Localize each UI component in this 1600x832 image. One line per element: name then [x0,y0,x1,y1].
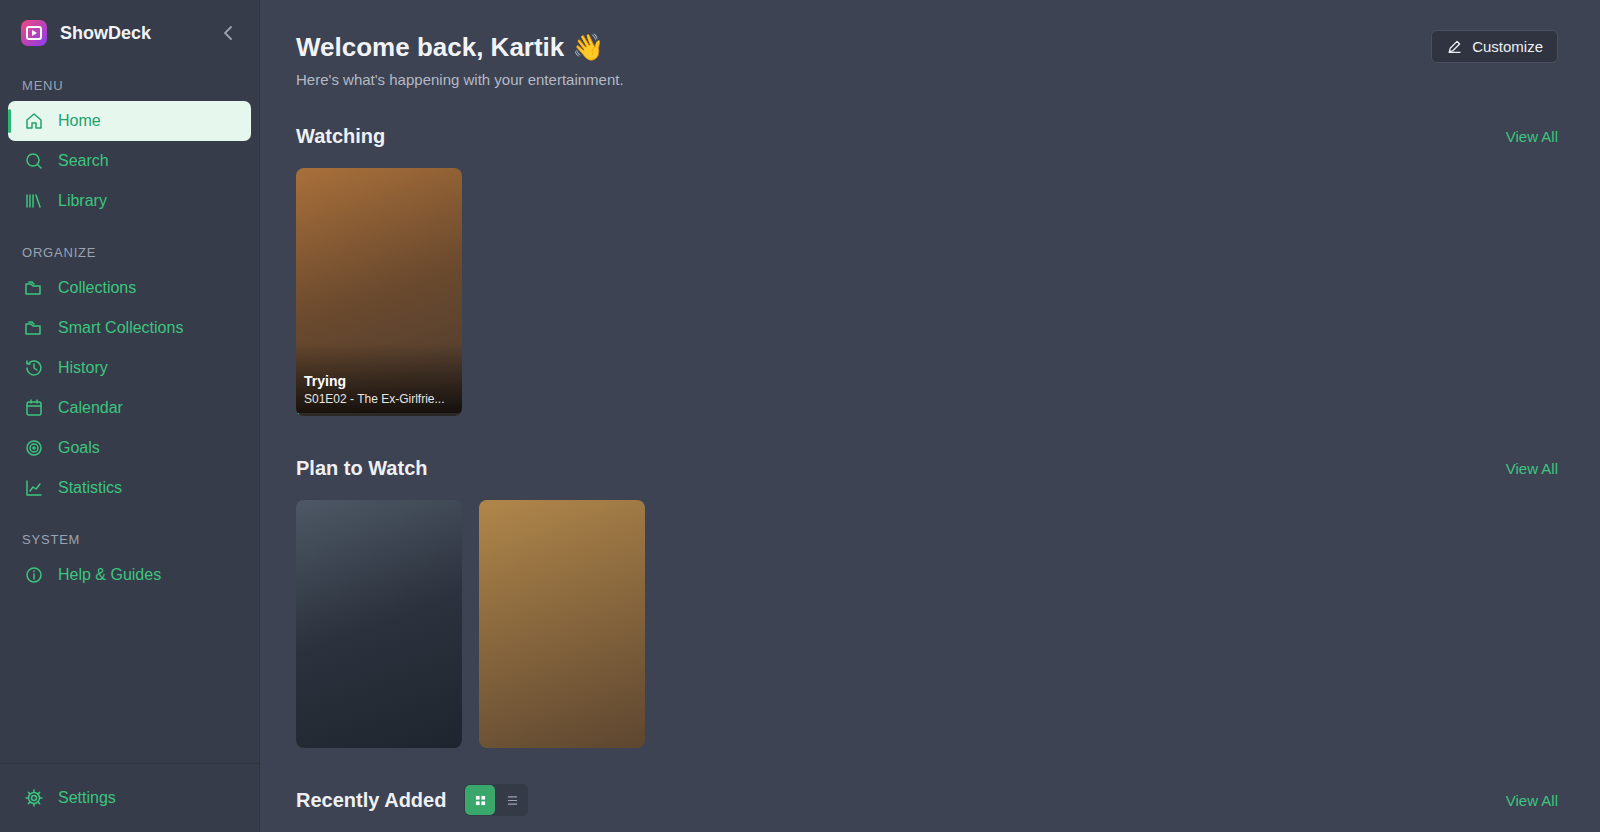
target-icon [24,438,44,458]
home-icon [24,111,44,131]
brand: ShowDeck [8,0,251,66]
sidebar-item-label: Home [58,112,101,130]
header: Welcome back, Kartik 👋 Here's what's hap… [296,30,1558,88]
sidebar-item-label: History [58,359,108,377]
section-title: Recently Added [296,789,446,812]
media-card[interactable] [479,500,645,748]
info-icon [24,565,44,585]
app-name: ShowDeck [60,23,207,44]
sidebar-item-label: Library [58,192,107,210]
section-header: Recently Added View All [296,784,1558,816]
sidebar: ShowDeck MENU Home Search Library ORGANIZ… [0,0,260,832]
folder-icon [24,318,44,338]
section-header: Watching View All [296,120,1558,152]
sidebar-item[interactable]: Library [8,181,251,221]
media-card[interactable]: Trying S01E02 - The Ex-Girlfrie... [296,168,462,416]
grid-icon [475,795,486,806]
calendar-icon [24,398,44,418]
view-all-link[interactable]: View All [1506,792,1558,809]
history-icon [24,358,44,378]
media-card[interactable] [296,500,462,748]
list-icon [507,795,518,806]
library-icon [24,191,44,211]
view-all-link[interactable]: View All [1506,128,1558,145]
sidebar-item-label: Goals [58,439,100,457]
sidebar-item-label: Collections [58,279,136,297]
list-view-button[interactable] [497,785,527,815]
sidebar-item[interactable]: Search [8,141,251,181]
progress-bar [296,413,462,416]
pencil-icon [1446,38,1463,55]
main-content: Welcome back, Kartik 👋 Here's what's hap… [260,0,1600,832]
sidebar-footer: Settings [0,763,259,832]
sidebar-item[interactable]: Goals [8,428,251,468]
card-episode: S01E02 - The Ex-Girlfrie... [304,392,454,406]
section-title: Plan to Watch [296,457,427,480]
view-toggle [464,784,528,816]
media-section: Recently Added View All [296,784,1558,832]
sidebar-item[interactable]: History [8,348,251,388]
folder-icon [24,278,44,298]
settings-label: Settings [58,789,116,807]
sidebar-item[interactable]: Smart Collections [8,308,251,348]
sidebar-item-label: Calendar [58,399,123,417]
sidebar-item-label: Help & Guides [58,566,161,584]
logo-icon [20,19,48,47]
sidebar-item-label: Smart Collections [58,319,183,337]
sidebar-section-label: ORGANIZE [8,233,251,268]
view-all-link[interactable]: View All [1506,460,1558,477]
page: ShowDeck MENU Home Search Library ORGANIZ… [0,0,1600,832]
card-overlay: Trying S01E02 - The Ex-Girlfrie... [296,343,462,416]
section-header: Plan to Watch View All [296,452,1558,484]
card-row [296,500,1558,748]
sidebar-item[interactable]: Home [8,101,251,141]
card-title: Trying [304,373,454,389]
chart-icon [24,478,44,498]
media-section: Plan to Watch View All [296,452,1558,748]
sidebar-section-label: SYSTEM [8,520,251,555]
sidebar-item[interactable]: Help & Guides [8,555,251,595]
media-section: Watching View All Trying S01E02 - The Ex… [296,120,1558,416]
section-title: Watching [296,125,385,148]
sidebar-item[interactable]: Collections [8,268,251,308]
welcome-title: Welcome back, Kartik 👋 [296,32,624,63]
grid-view-button[interactable] [465,785,495,815]
gear-icon [24,788,44,808]
card-row: Trying S01E02 - The Ex-Girlfrie... [296,168,1558,416]
welcome-subtitle: Here's what's happening with your entert… [296,71,624,88]
sidebar-item[interactable]: Calendar [8,388,251,428]
sidebar-section-label: MENU [8,66,251,101]
search-icon [24,151,44,171]
sidebar-item-label: Statistics [58,479,122,497]
collapse-chevron-icon[interactable] [219,23,239,43]
sidebar-item-label: Search [58,152,109,170]
customize-button[interactable]: Customize [1431,30,1558,63]
sidebar-item[interactable]: Statistics [8,468,251,508]
settings-item[interactable]: Settings [8,778,251,818]
